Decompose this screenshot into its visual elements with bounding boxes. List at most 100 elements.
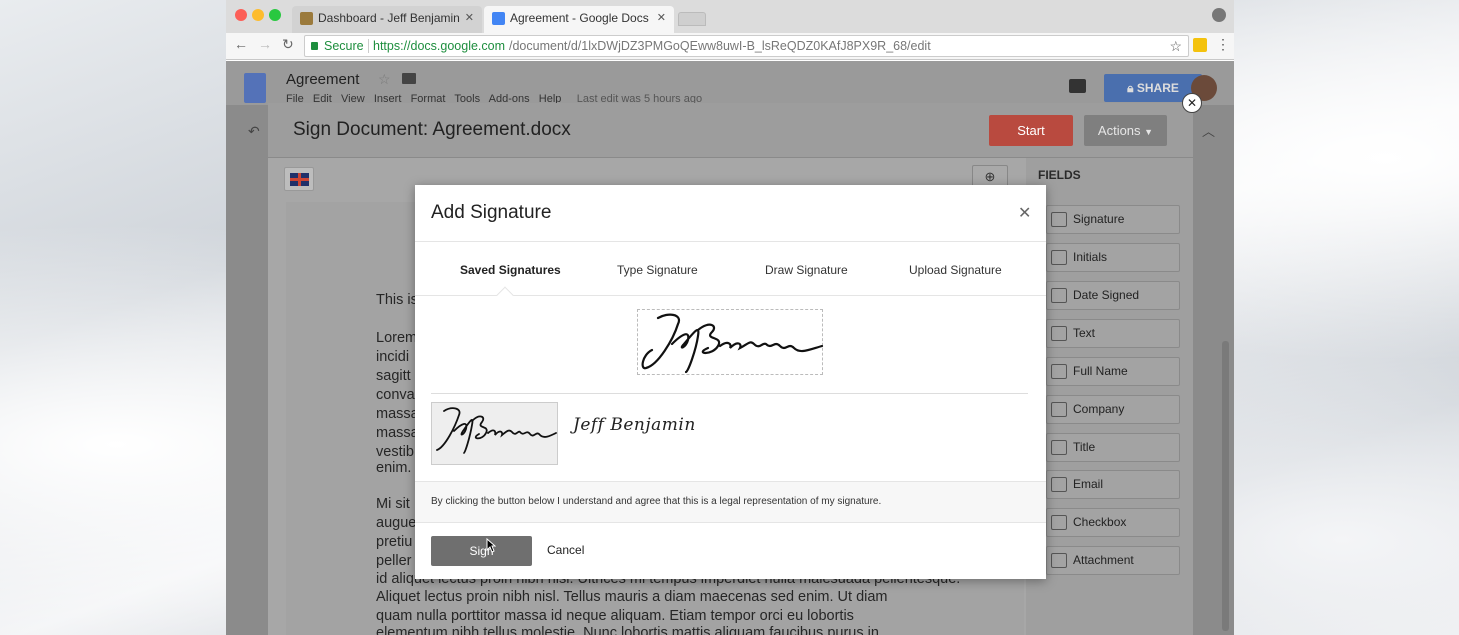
field-label: Date Signed (1073, 288, 1140, 302)
signature-scribble-small-icon (436, 407, 557, 454)
tab-bar: Dashboard - Jeff Benjamin ✕ Agreement - … (226, 0, 1234, 33)
tab-title: Agreement - Google Docs (510, 11, 649, 25)
signature-icon (1051, 212, 1067, 227)
menu-kebab-icon[interactable]: ⋮ (1216, 36, 1230, 53)
address-bar: ← → ↻ Secure https://docs.google.com /do… (226, 33, 1234, 60)
doc-line: augue (376, 515, 417, 531)
back-arrow-icon[interactable]: ← (234, 36, 248, 52)
uk-flag-icon (290, 173, 309, 186)
omnibox-divider (368, 39, 369, 53)
tab-dashboard[interactable]: Dashboard - Jeff Benjamin ✕ (292, 6, 482, 33)
new-tab-button[interactable] (678, 12, 706, 26)
field-label: Initials (1073, 250, 1108, 264)
field-initials[interactable]: Initials (1046, 243, 1180, 272)
cancel-button[interactable]: Cancel (547, 543, 584, 557)
maximize-window-button[interactable] (269, 9, 281, 21)
close-tab-icon[interactable]: ✕ (657, 6, 666, 31)
profile-icon[interactable] (1212, 8, 1226, 22)
tab-saved-signatures[interactable]: Saved Signatures (460, 263, 561, 277)
reload-icon[interactable]: ↻ (282, 36, 294, 53)
field-label: Checkbox (1073, 515, 1127, 529)
dashboard-favicon-icon (300, 12, 313, 25)
field-checkbox[interactable]: Checkbox (1046, 508, 1180, 537)
close-overlay-icon[interactable]: ✕ (1182, 93, 1202, 113)
close-dialog-icon[interactable]: ✕ (1018, 203, 1031, 223)
dialog-divider (415, 241, 1046, 242)
doc-line: massa (376, 406, 419, 422)
doc-line: Aliquet lectus proin nibh nisl. Tellus m… (376, 589, 888, 605)
actions-label: Actions (1097, 123, 1141, 138)
paperclip-icon (1051, 553, 1067, 568)
folder-icon[interactable] (402, 73, 416, 84)
fields-heading: FIELDS (1038, 168, 1081, 182)
doc-line: Lorem (376, 330, 418, 346)
envelope-icon (1051, 477, 1067, 492)
tab-title: Dashboard - Jeff Benjamin (318, 11, 460, 25)
field-email[interactable]: Email (1046, 470, 1180, 499)
url-host: https://docs.google.com (373, 39, 506, 53)
close-window-button[interactable] (235, 9, 247, 21)
field-label: Text (1073, 326, 1096, 340)
sign-button[interactable]: Sign (431, 536, 532, 566)
bookmark-star-icon[interactable]: ☆ (1169, 36, 1182, 56)
minimize-window-button[interactable] (252, 9, 264, 21)
field-full-name[interactable]: Full Name (1046, 357, 1180, 386)
forward-arrow-icon[interactable]: → (258, 36, 272, 52)
disclaimer-area: By clicking the button below I understan… (415, 481, 1046, 523)
lock-icon: 🔒︎ (1127, 81, 1134, 95)
signature-preview (637, 309, 824, 375)
field-date-signed[interactable]: Date Signed (1046, 281, 1180, 310)
text-icon (1051, 326, 1067, 341)
saved-signature-option-drawn[interactable] (431, 402, 558, 465)
lock-icon (311, 42, 318, 50)
tab-type-signature[interactable]: Type Signature (617, 263, 698, 277)
person-icon (1051, 364, 1067, 379)
actions-button[interactable]: Actions ▼ (1084, 115, 1167, 146)
signature-scribble-large-icon (641, 313, 824, 374)
tab-agreement[interactable]: Agreement - Google Docs ✕ (484, 6, 674, 33)
start-button[interactable]: Start (989, 115, 1073, 146)
comments-icon[interactable] (1069, 79, 1086, 93)
preview-divider (431, 393, 1028, 394)
share-label: SHARE (1136, 81, 1179, 95)
tab-upload-signature[interactable]: Upload Signature (909, 263, 1002, 277)
collapse-chevron-icon[interactable]: ︿ (1202, 121, 1215, 140)
tab-draw-signature[interactable]: Draw Signature (765, 263, 848, 277)
doc-line: massa (376, 425, 419, 441)
scrollbar[interactable] (1222, 341, 1229, 631)
mouse-cursor-icon (486, 538, 496, 553)
add-signature-dialog: Add Signature ✕ Saved Signatures Type Si… (415, 185, 1046, 579)
field-attachment[interactable]: Attachment (1046, 546, 1180, 575)
doc-line: elementum nibh tellus molestie. Nunc lob… (376, 625, 879, 635)
field-company[interactable]: Company (1046, 395, 1180, 424)
id-card-icon (1051, 440, 1067, 455)
google-docs-favicon-icon (492, 12, 505, 25)
extension-icon[interactable] (1193, 38, 1207, 52)
initials-icon (1051, 250, 1067, 265)
field-text[interactable]: Text (1046, 319, 1180, 348)
field-title[interactable]: Title (1046, 433, 1180, 462)
saved-signature-option-typed[interactable]: Jeff Benjamin (573, 415, 696, 435)
close-tab-icon[interactable]: ✕ (465, 6, 474, 31)
url-path: /document/d/1lxDWjDZ3PMGoQEww8uwI-B_lsRe… (509, 39, 931, 53)
omnibox[interactable]: Secure https://docs.google.com /document… (304, 35, 1189, 57)
field-signature[interactable]: Signature (1046, 205, 1180, 234)
caret-down-icon: ▼ (1144, 127, 1154, 137)
undo-icon[interactable]: ↶ (248, 123, 260, 140)
star-icon[interactable]: ☆ (378, 71, 391, 88)
secure-label: Secure (324, 39, 364, 53)
language-flag-button[interactable] (284, 167, 314, 191)
signer-toolbar: Sign Document: Agreement.docx Start Acti… (268, 103, 1193, 158)
docs-logo-icon (244, 73, 266, 103)
checkbox-icon (1051, 515, 1067, 530)
field-label: Full Name (1073, 364, 1128, 378)
doc-title[interactable]: Agreement (286, 71, 359, 88)
signer-title: Sign Document: Agreement.docx (293, 119, 571, 140)
docs-header: Agreement ☆ File Edit View Insert Format… (226, 61, 1234, 105)
doc-line: enim. (376, 460, 412, 476)
field-label: Email (1073, 477, 1104, 491)
doc-line: conva (376, 387, 415, 403)
field-label: Attachment (1073, 553, 1134, 567)
legal-disclaimer: By clicking the button below I understan… (431, 496, 882, 507)
calendar-icon (1051, 288, 1067, 303)
